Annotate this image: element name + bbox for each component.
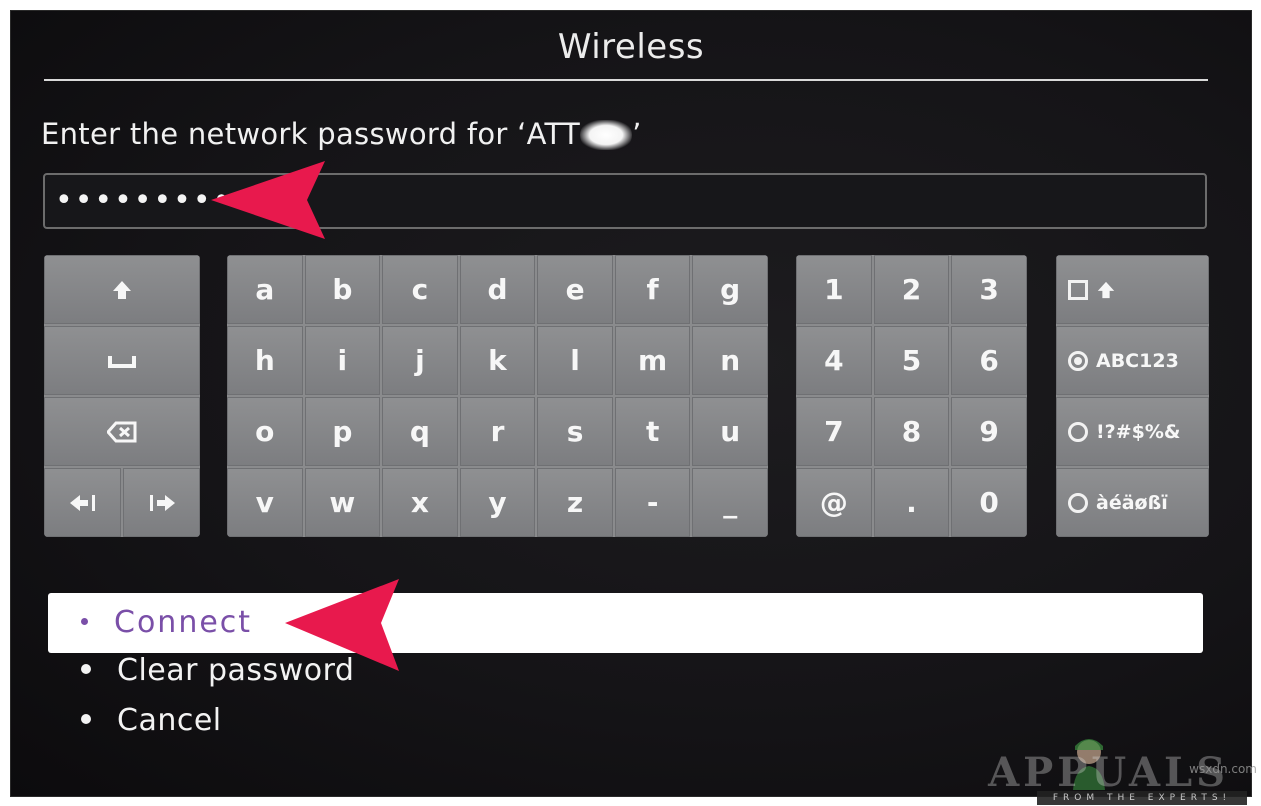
key-2[interactable]: 2 — [873, 255, 950, 324]
key-0[interactable]: 0 — [951, 468, 1027, 537]
key-at[interactable]: @ — [796, 468, 872, 537]
mode-accents-label: àéäøßï — [1096, 491, 1168, 514]
letter-keypad: a b c d e f g h i j k l m n o p q r s t … — [227, 255, 768, 537]
key-w[interactable]: w — [304, 468, 381, 537]
password-prompt: Enter the network password for ‘ATT ’ — [41, 117, 642, 151]
backspace-key[interactable] — [44, 397, 200, 466]
key-3[interactable]: 3 — [951, 255, 1027, 324]
radio-icon — [1068, 492, 1088, 513]
mode-symbols-label: !?#$%& — [1096, 420, 1181, 443]
key-k[interactable]: k — [459, 326, 536, 395]
key-underscore[interactable]: _ — [692, 468, 768, 537]
shift-icon — [113, 280, 131, 299]
key-y[interactable]: y — [459, 468, 536, 537]
key-h[interactable]: h — [227, 326, 303, 395]
backspace-icon — [107, 421, 137, 442]
key-v[interactable]: v — [227, 468, 303, 537]
key-9[interactable]: 9 — [951, 397, 1027, 466]
prompt-text: Enter the network password for ‘ATT — [41, 117, 581, 151]
key-l[interactable]: l — [537, 326, 613, 395]
key-f[interactable]: f — [614, 255, 691, 324]
cancel-option[interactable]: Cancel — [81, 703, 222, 738]
key-c[interactable]: c — [382, 255, 458, 324]
connect-option[interactable]: Connect — [81, 605, 252, 640]
key-x[interactable]: x — [382, 468, 458, 537]
key-4[interactable]: 4 — [796, 326, 872, 395]
cursor-left-icon — [69, 494, 95, 511]
key-8[interactable]: 8 — [873, 397, 950, 466]
connect-label: Connect — [114, 605, 253, 640]
key-e[interactable]: e — [537, 255, 613, 324]
key-u[interactable]: u — [692, 397, 768, 466]
cursor-left-key[interactable] — [44, 468, 121, 537]
space-icon — [108, 355, 136, 368]
radio-icon — [1068, 421, 1088, 442]
cursor-right-key[interactable] — [123, 468, 200, 537]
cursor-right-icon — [149, 494, 175, 511]
page-title: Wireless — [557, 27, 705, 67]
annotation-arrow-icon — [285, 579, 399, 671]
mode-abc123-label: ABC123 — [1096, 349, 1179, 372]
key-o[interactable]: o — [227, 397, 303, 466]
tv-screen: Wireless Enter the network password for … — [10, 10, 1252, 797]
prompt-closing-quote: ’ — [632, 117, 642, 151]
key-1[interactable]: 1 — [796, 255, 872, 324]
redacted-network-name — [580, 120, 633, 150]
site-watermark: wsxdn.com — [1189, 762, 1257, 776]
key-b[interactable]: b — [304, 255, 381, 324]
key-g[interactable]: g — [692, 255, 768, 324]
mode-abc123-key[interactable]: ABC123 — [1056, 326, 1209, 395]
cancel-label: Cancel — [117, 703, 222, 738]
caps-lock-key[interactable] — [1056, 255, 1209, 324]
shift-icon — [1097, 281, 1115, 298]
key-z[interactable]: z — [537, 468, 613, 537]
checkbox-icon — [1068, 279, 1088, 300]
key-m[interactable]: m — [614, 326, 691, 395]
mode-symbols-key[interactable]: !?#$%& — [1056, 397, 1209, 466]
key-7[interactable]: 7 — [796, 397, 872, 466]
key-hyphen[interactable]: - — [614, 468, 691, 537]
radio-selected-icon — [1068, 350, 1088, 371]
key-a[interactable]: a — [227, 255, 303, 324]
key-j[interactable]: j — [382, 326, 458, 395]
key-r[interactable]: r — [459, 397, 536, 466]
key-period[interactable]: . — [873, 468, 950, 537]
bullet-icon — [81, 714, 91, 724]
key-q[interactable]: q — [382, 397, 458, 466]
number-keypad: 1 2 3 4 5 6 7 8 9 @ . 0 — [796, 255, 1027, 537]
mode-keypad: ABC123 !?#$%& àéäøßï — [1056, 255, 1209, 537]
title-divider — [44, 79, 1208, 81]
key-d[interactable]: d — [459, 255, 536, 324]
watermark-tagline: FROM THE EXPERTS! — [1037, 791, 1247, 805]
key-i[interactable]: i — [304, 326, 381, 395]
annotation-arrow-icon — [211, 161, 325, 239]
bullet-icon — [81, 618, 88, 625]
mode-accents-key[interactable]: àéäøßï — [1056, 468, 1209, 537]
bullet-icon — [81, 664, 91, 674]
key-6[interactable]: 6 — [951, 326, 1027, 395]
shift-key[interactable] — [44, 255, 200, 324]
key-s[interactable]: s — [537, 397, 613, 466]
key-p[interactable]: p — [304, 397, 381, 466]
key-n[interactable]: n — [692, 326, 768, 395]
control-keypad — [44, 255, 200, 537]
key-t[interactable]: t — [614, 397, 691, 466]
key-5[interactable]: 5 — [873, 326, 950, 395]
space-key[interactable] — [44, 326, 200, 395]
